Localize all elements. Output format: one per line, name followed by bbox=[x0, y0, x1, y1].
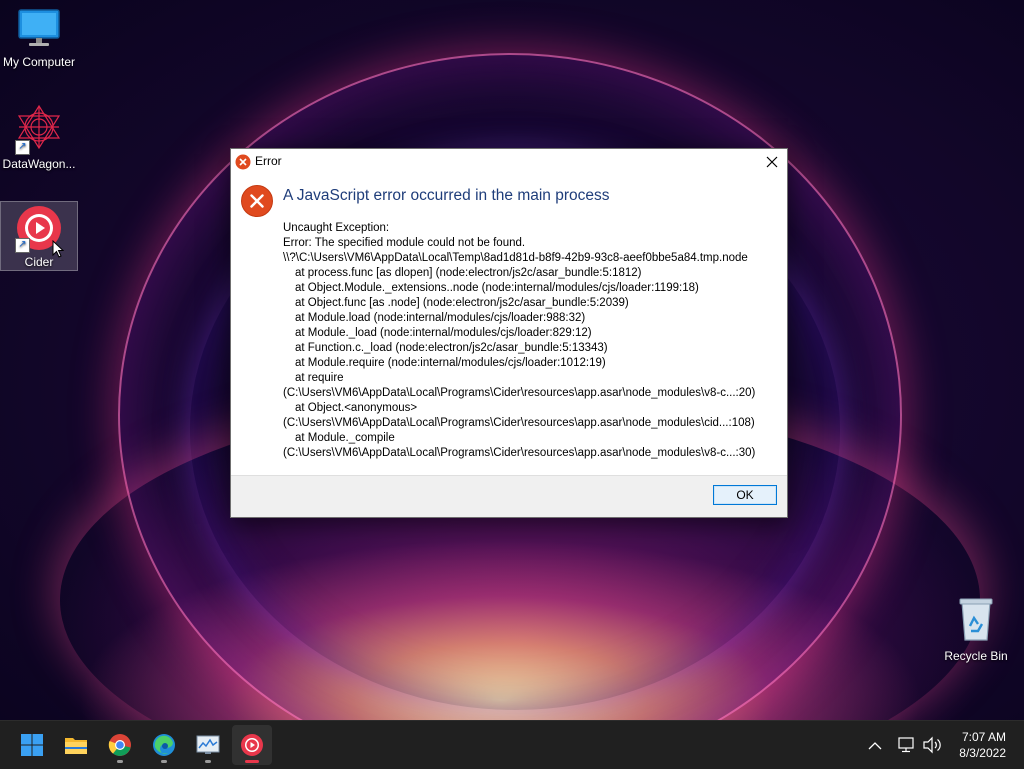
clock-time: 7:07 AM bbox=[961, 730, 1006, 744]
error-message-line: \\?\C:\Users\VM6\AppData\Local\Temp\8ad1… bbox=[283, 252, 748, 264]
desktop-icon-datawagon[interactable]: ↗ DataWagon... bbox=[1, 104, 77, 172]
error-message-body: Uncaught Exception: Error: The specified … bbox=[283, 221, 779, 461]
monitor-chart-icon bbox=[196, 735, 220, 754]
error-message-line: at Module._load (node:internal/modules/c… bbox=[295, 327, 592, 339]
taskbar: 7:07 AM 8/3/2022 bbox=[0, 720, 1024, 769]
taskbar-edge[interactable] bbox=[144, 725, 184, 765]
running-indicator bbox=[205, 760, 211, 763]
error-message-line: at Object.func [as .node] (node:electron… bbox=[295, 297, 629, 309]
dialog-footer: OK bbox=[231, 475, 787, 517]
mouse-cursor-icon bbox=[52, 240, 64, 258]
dialog-titlebar[interactable]: Error bbox=[231, 149, 787, 175]
error-message-line: (C:\Users\VM6\AppData\Local\Programs\Cid… bbox=[283, 417, 755, 429]
close-icon bbox=[766, 156, 778, 168]
taskbar-chrome[interactable] bbox=[100, 725, 140, 765]
error-heading: A JavaScript error occurred in the main … bbox=[283, 187, 610, 204]
taskbar-cider[interactable] bbox=[232, 725, 272, 765]
desktop-icon-label: Cider bbox=[24, 255, 54, 269]
error-icon bbox=[241, 185, 273, 217]
running-indicator bbox=[117, 760, 123, 763]
desktop-icon-cider[interactable]: ↗ Cider bbox=[0, 201, 78, 271]
error-message-line: at Module.load (node:internal/modules/cj… bbox=[295, 312, 586, 324]
error-message-line: at Module.require (node:internal/modules… bbox=[295, 357, 606, 369]
clock-date: 8/3/2022 bbox=[959, 746, 1006, 760]
tray-overflow-button[interactable] bbox=[868, 721, 882, 769]
desktop-icon-label: DataWagon... bbox=[2, 157, 76, 171]
error-message-line: Uncaught Exception: bbox=[283, 222, 390, 234]
taskbar-clock[interactable]: 7:07 AM 8/3/2022 bbox=[959, 729, 1006, 761]
error-message-line: at Object.<anonymous> bbox=[295, 402, 418, 414]
desktop-icon-my-computer[interactable]: My Computer bbox=[1, 8, 77, 76]
ok-button[interactable]: OK bbox=[713, 485, 777, 505]
monitor-icon bbox=[18, 9, 60, 46]
error-message-line: at require bbox=[295, 372, 344, 384]
error-message-line: Error: The specified module could not be… bbox=[283, 237, 526, 249]
cider-icon bbox=[241, 734, 263, 756]
error-message-line: (C:\Users\VM6\AppData\Local\Programs\Cid… bbox=[283, 447, 756, 459]
active-indicator bbox=[245, 760, 259, 763]
chevron-up-icon bbox=[868, 742, 882, 750]
error-dialog: Error A JavaScript error occurred in the… bbox=[230, 148, 788, 518]
close-button[interactable] bbox=[757, 149, 787, 175]
error-message-line: at process.func [as dlopen] (node:electr… bbox=[295, 267, 642, 279]
chrome-icon bbox=[108, 734, 131, 756]
tray-network[interactable] bbox=[896, 721, 916, 769]
error-small-icon bbox=[235, 154, 251, 170]
network-icon bbox=[898, 737, 914, 753]
dialog-title: Error bbox=[255, 154, 282, 168]
taskbar-start-button[interactable] bbox=[12, 725, 52, 765]
edge-icon bbox=[153, 734, 175, 756]
taskbar-performance-monitor[interactable] bbox=[188, 725, 228, 765]
error-message-line: at Object.Module._extensions..node (node… bbox=[295, 282, 699, 294]
error-message-line: at Function.c._load (node:electron/js2c/… bbox=[295, 342, 608, 354]
recycle-bin-icon bbox=[959, 598, 993, 641]
tray-volume[interactable] bbox=[922, 721, 942, 769]
windows-logo-icon bbox=[21, 734, 43, 756]
folder-icon bbox=[65, 738, 87, 754]
running-indicator bbox=[161, 760, 167, 763]
shortcut-arrow-icon: ↗ bbox=[15, 140, 30, 155]
desktop-icon-label: Recycle Bin bbox=[944, 649, 1008, 663]
desktop-icon-label: My Computer bbox=[2, 55, 76, 69]
error-message-line: (C:\Users\VM6\AppData\Local\Programs\Cid… bbox=[283, 387, 756, 399]
shortcut-arrow-icon: ↗ bbox=[15, 238, 30, 253]
volume-icon bbox=[923, 736, 941, 754]
error-message-line: at Module._compile bbox=[295, 432, 395, 444]
taskbar-file-explorer[interactable] bbox=[56, 725, 96, 765]
desktop-icon-recycle-bin[interactable]: Recycle Bin bbox=[938, 596, 1014, 664]
